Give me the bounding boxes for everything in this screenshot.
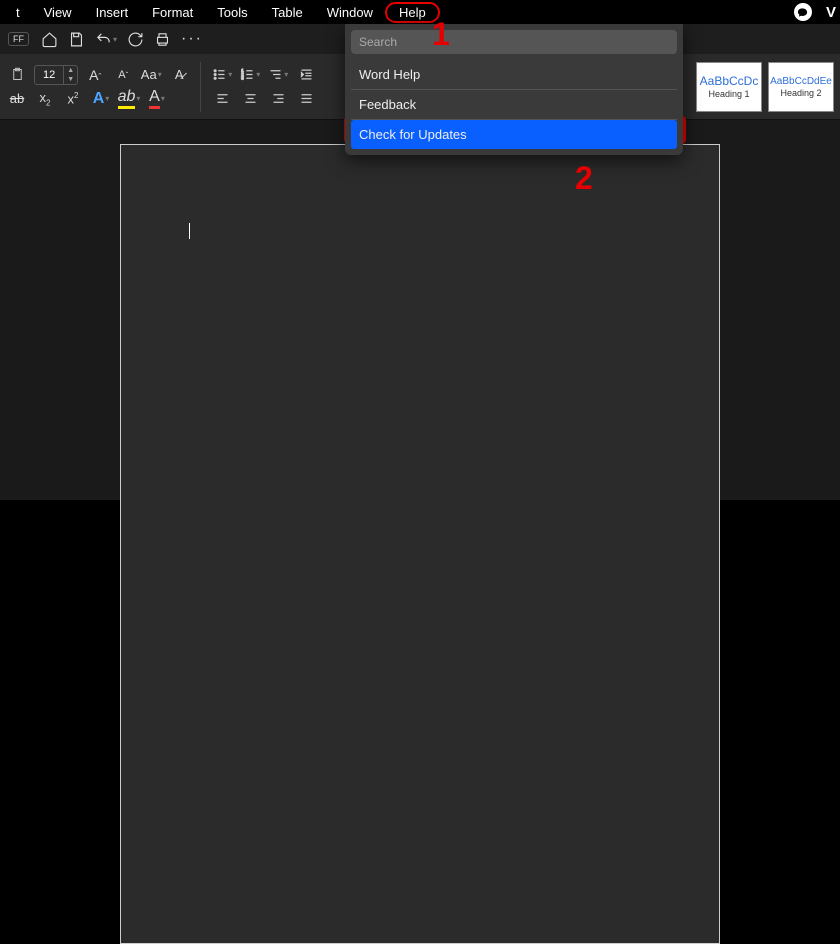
menu-item-help[interactable]: Help [385,2,440,23]
help-menu-feedback[interactable]: Feedback [351,90,677,120]
text-effects-icon[interactable]: A▾ [90,89,112,109]
menu-item-insert[interactable]: Insert [84,2,141,23]
style-heading-1[interactable]: AaBbCcDc Heading 1 [696,62,762,112]
align-justify-icon[interactable] [295,89,317,109]
style-sample: AaBbCcDc [700,74,759,88]
help-menu-check-updates[interactable]: Check for Updates [351,120,677,149]
menu-item-view[interactable]: View [32,2,84,23]
highlight-icon[interactable]: ab▾ [118,89,140,109]
grow-font-icon[interactable]: Aˆ [84,65,106,85]
app-initial: V [826,4,836,21]
indent-left-icon[interactable] [295,65,317,85]
align-right-icon[interactable] [267,89,289,109]
clear-format-icon[interactable]: A̷ [168,65,190,85]
subscript-icon[interactable]: x2 [34,89,56,109]
align-center-icon[interactable] [239,89,261,109]
help-menu-word-help[interactable]: Word Help [351,60,677,90]
document-page[interactable] [120,144,720,944]
text-cursor [189,223,190,239]
style-label: Heading 1 [708,89,749,99]
align-left-icon[interactable] [211,89,233,109]
bullets-icon[interactable]: ▾ [211,65,233,85]
style-label: Heading 2 [780,88,821,98]
menu-item-format[interactable]: Format [140,2,205,23]
styles-gallery: AaBbCcDc Heading 1 AaBbCcDdEe Heading 2 [696,62,834,112]
font-size-stepper[interactable]: 12 ▲▼ [34,65,78,85]
menu-item-window[interactable]: Window [315,2,385,23]
more-icon[interactable]: ··· [181,30,203,48]
shrink-font-icon[interactable]: Aˇ [112,65,134,85]
menu-item-t[interactable]: t [4,2,32,23]
print-icon[interactable] [154,31,171,48]
menu-item-table[interactable]: Table [260,2,315,23]
help-search[interactable] [351,30,677,54]
menu-item-tools[interactable]: Tools [205,2,259,23]
menubar: t View Insert Format Tools Table Window … [0,0,840,24]
style-sample: AaBbCcDdEe [770,76,832,87]
ff-badge: FF [8,32,29,46]
superscript-icon[interactable]: x2 [62,89,84,109]
numbering-icon[interactable]: 123▾ [239,65,261,85]
chat-icon[interactable] [794,3,812,21]
document-area [0,120,840,500]
strike-icon[interactable]: ab [6,89,28,109]
font-color-icon[interactable]: A▾ [146,89,168,109]
save-icon[interactable] [68,31,85,48]
home-icon[interactable] [41,31,58,48]
redo-sync-icon[interactable] [127,31,144,48]
divider [200,62,201,112]
change-case-icon[interactable]: Aa▾ [140,65,162,85]
svg-text:3: 3 [241,76,244,81]
help-dropdown: Word Help Feedback Check for Updates [345,24,683,155]
style-heading-2[interactable]: AaBbCcDdEe Heading 2 [768,62,834,112]
paste-icon[interactable] [6,65,28,85]
undo-icon[interactable]: ▾ [95,31,117,48]
help-search-input[interactable] [359,35,669,49]
multilevel-list-icon[interactable]: ▾ [267,65,289,85]
font-size-value: 12 [35,69,63,81]
